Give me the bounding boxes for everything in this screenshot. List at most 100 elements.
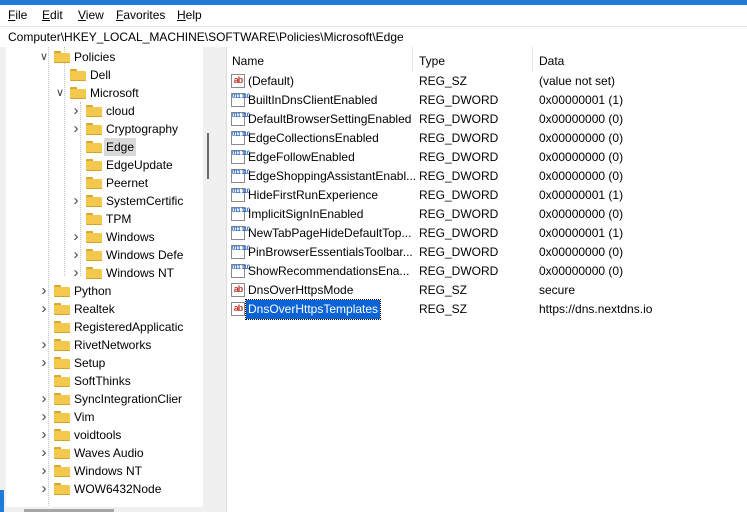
column-divider[interactable]	[412, 47, 413, 72]
string-value-icon: ab	[231, 283, 245, 297]
tree-item-label: SystemCertific	[106, 194, 184, 208]
values-pane[interactable]: Name Type Data ab (Default) REG_SZ (value n…	[227, 47, 747, 512]
tree-item-label: RegisteredApplicatic	[74, 320, 184, 334]
chevron-right-icon[interactable]: ›	[38, 444, 50, 462]
column-type[interactable]: Type	[419, 54, 445, 68]
value-row[interactable]: 011 110 ShowRecommendationsEna... REG_DWOR…	[227, 262, 747, 281]
chevron-down-icon[interactable]: ∨	[54, 84, 66, 102]
tree-item[interactable]: › Windows NT	[6, 264, 203, 282]
chevron-right-icon[interactable]: ›	[38, 408, 50, 426]
tree-item[interactable]: Dell	[6, 66, 203, 84]
key-tree[interactable]: ∨ Policies Dell ∨ Microsoft › cloud › Cryptograp…	[6, 47, 203, 512]
chevron-right-icon[interactable]: ›	[70, 102, 82, 120]
chevron-right-icon[interactable]: ›	[38, 336, 50, 354]
pane-splitter[interactable]	[220, 47, 227, 512]
chevron-right-icon[interactable]: ›	[38, 462, 50, 480]
tree-item-label: Windows NT	[74, 464, 143, 478]
tree-item[interactable]: › Windows	[6, 228, 203, 246]
value-type: REG_SZ	[419, 283, 468, 297]
column-data[interactable]: Data	[539, 54, 564, 68]
tree-item-label: Windows Defe	[106, 248, 184, 262]
chevron-right-icon[interactable]: ›	[70, 246, 82, 264]
value-row[interactable]: 011 110 DefaultBrowserSettingEnabled REG_D…	[227, 110, 747, 129]
folder-icon	[54, 447, 70, 459]
value-name: DnsOverHttpsTemplates	[244, 299, 382, 320]
column-name[interactable]: Name	[232, 54, 264, 68]
chevron-down-icon[interactable]: ∨	[38, 48, 50, 66]
chevron-right-icon[interactable]: ›	[38, 300, 50, 318]
value-row[interactable]: 011 110 NewTabPageHideDefaultTop... REG_DW…	[227, 224, 747, 243]
value-row[interactable]: 011 110 EdgeFollowEnabled REG_DWORD 0x00000…	[227, 148, 747, 167]
chevron-right-icon[interactable]: ›	[70, 264, 82, 282]
value-name: NewTabPageHideDefaultTop...	[248, 226, 412, 240]
value-row[interactable]: 011 110 EdgeCollectionsEnabled REG_DWORD 0x…	[227, 129, 747, 148]
tree-item[interactable]: › RivetNetworks	[6, 336, 203, 354]
tree-scroll-thumb[interactable]	[207, 133, 209, 179]
tree-item[interactable]: › voidtools	[6, 426, 203, 444]
binary-value-icon: 011 110	[231, 245, 250, 259]
tree-item[interactable]: › Waves Audio	[6, 444, 203, 462]
value-row[interactable]: ab (Default) REG_SZ (value not set)	[227, 72, 747, 91]
tree-item[interactable]: › Vim	[6, 408, 203, 426]
chevron-right-icon[interactable]: ›	[70, 228, 82, 246]
tree-item[interactable]: › Windows NT	[6, 462, 203, 480]
chevron-right-icon[interactable]: ›	[38, 354, 50, 372]
value-row[interactable]: 011 110 HideFirstRunExperience REG_DWORD 0x…	[227, 186, 747, 205]
string-value-icon: ab	[231, 74, 245, 88]
value-row[interactable]: 011 110 PinBrowserEssentialsToolbar... REG…	[227, 243, 747, 262]
tree-item[interactable]: › SyncIntegrationClier	[6, 390, 203, 408]
tree-item[interactable]: ∨ Policies	[6, 48, 203, 66]
column-divider[interactable]	[532, 47, 533, 72]
chevron-right-icon[interactable]: ›	[70, 192, 82, 210]
value-data: 0x00000000 (0)	[539, 207, 624, 221]
address-path[interactable]: Computer\HKEY_LOCAL_MACHINE\SOFTWARE\Pol…	[8, 30, 404, 44]
binary-value-icon: 011 110	[231, 93, 250, 107]
value-row[interactable]: 011 110 ImplicitSignInEnabled REG_DWORD 0x0…	[227, 205, 747, 224]
folder-icon	[54, 303, 70, 315]
folder-icon	[70, 69, 86, 81]
chevron-right-icon[interactable]: ›	[38, 480, 50, 498]
value-row[interactable]: ab DnsOverHttpsTemplates REG_SZ https://dns…	[227, 299, 747, 320]
tree-item[interactable]: › Cryptography	[6, 120, 203, 138]
chevron-right-icon[interactable]: ›	[38, 282, 50, 300]
value-name: (Default)	[248, 74, 295, 88]
menu-file[interactable]: File	[8, 8, 27, 22]
chevron-right-icon[interactable]: ›	[38, 426, 50, 444]
binary-value-icon: 011 110	[231, 264, 250, 278]
chevron-right-icon[interactable]: ›	[70, 120, 82, 138]
tree-item[interactable]: › Setup	[6, 354, 203, 372]
tree-item[interactable]: SoftThinks	[6, 372, 203, 390]
tree-item[interactable]: ∨ Microsoft	[6, 84, 203, 102]
tree-item[interactable]: Peernet	[6, 174, 203, 192]
menu-favorites[interactable]: Favorites	[116, 8, 165, 22]
tree-item[interactable]: Edge	[6, 138, 203, 156]
tree-item[interactable]: › cloud	[6, 102, 203, 120]
tree-item[interactable]: TPM	[6, 210, 203, 228]
tree-item[interactable]: › Realtek	[6, 300, 203, 318]
tree-item[interactable]: › Python	[6, 282, 203, 300]
chevron-right-icon[interactable]: ›	[38, 390, 50, 408]
tree-item[interactable]: RegisteredApplicatic	[6, 318, 203, 336]
tree-vertical-scrollbar[interactable]	[203, 47, 220, 512]
value-data: 0x00000000 (0)	[539, 150, 624, 164]
value-row[interactable]: 011 110 EdgeShoppingAssistantEnabl... REG_…	[227, 167, 747, 186]
menu-edit[interactable]: Edit	[42, 8, 63, 22]
tree-item-label: SyncIntegrationClier	[74, 392, 183, 406]
tree-item-label: Cryptography	[106, 122, 179, 136]
folder-icon	[54, 393, 70, 405]
menu-help[interactable]: Help	[177, 8, 202, 22]
tree-item[interactable]: › WOW6432Node	[6, 480, 203, 498]
tree-item[interactable]: › Windows Defe	[6, 246, 203, 264]
value-row[interactable]: 011 110 BuiltInDnsClientEnabled REG_DWORD 0…	[227, 91, 747, 110]
folder-icon	[54, 429, 70, 441]
folder-icon	[86, 141, 102, 153]
address-bar[interactable]: Computer\HKEY_LOCAL_MACHINE\SOFTWARE\Pol…	[0, 26, 747, 49]
tree-item-label: Dell	[90, 68, 111, 82]
tree-item[interactable]: › SystemCertific	[6, 192, 203, 210]
folder-icon	[54, 321, 70, 333]
tree-item[interactable]: EdgeUpdate	[6, 156, 203, 174]
value-row[interactable]: ab DnsOverHttpsMode REG_SZ secure	[227, 281, 747, 300]
folder-icon	[86, 267, 102, 279]
menu-view[interactable]: View	[78, 8, 104, 22]
folder-icon	[86, 213, 102, 225]
